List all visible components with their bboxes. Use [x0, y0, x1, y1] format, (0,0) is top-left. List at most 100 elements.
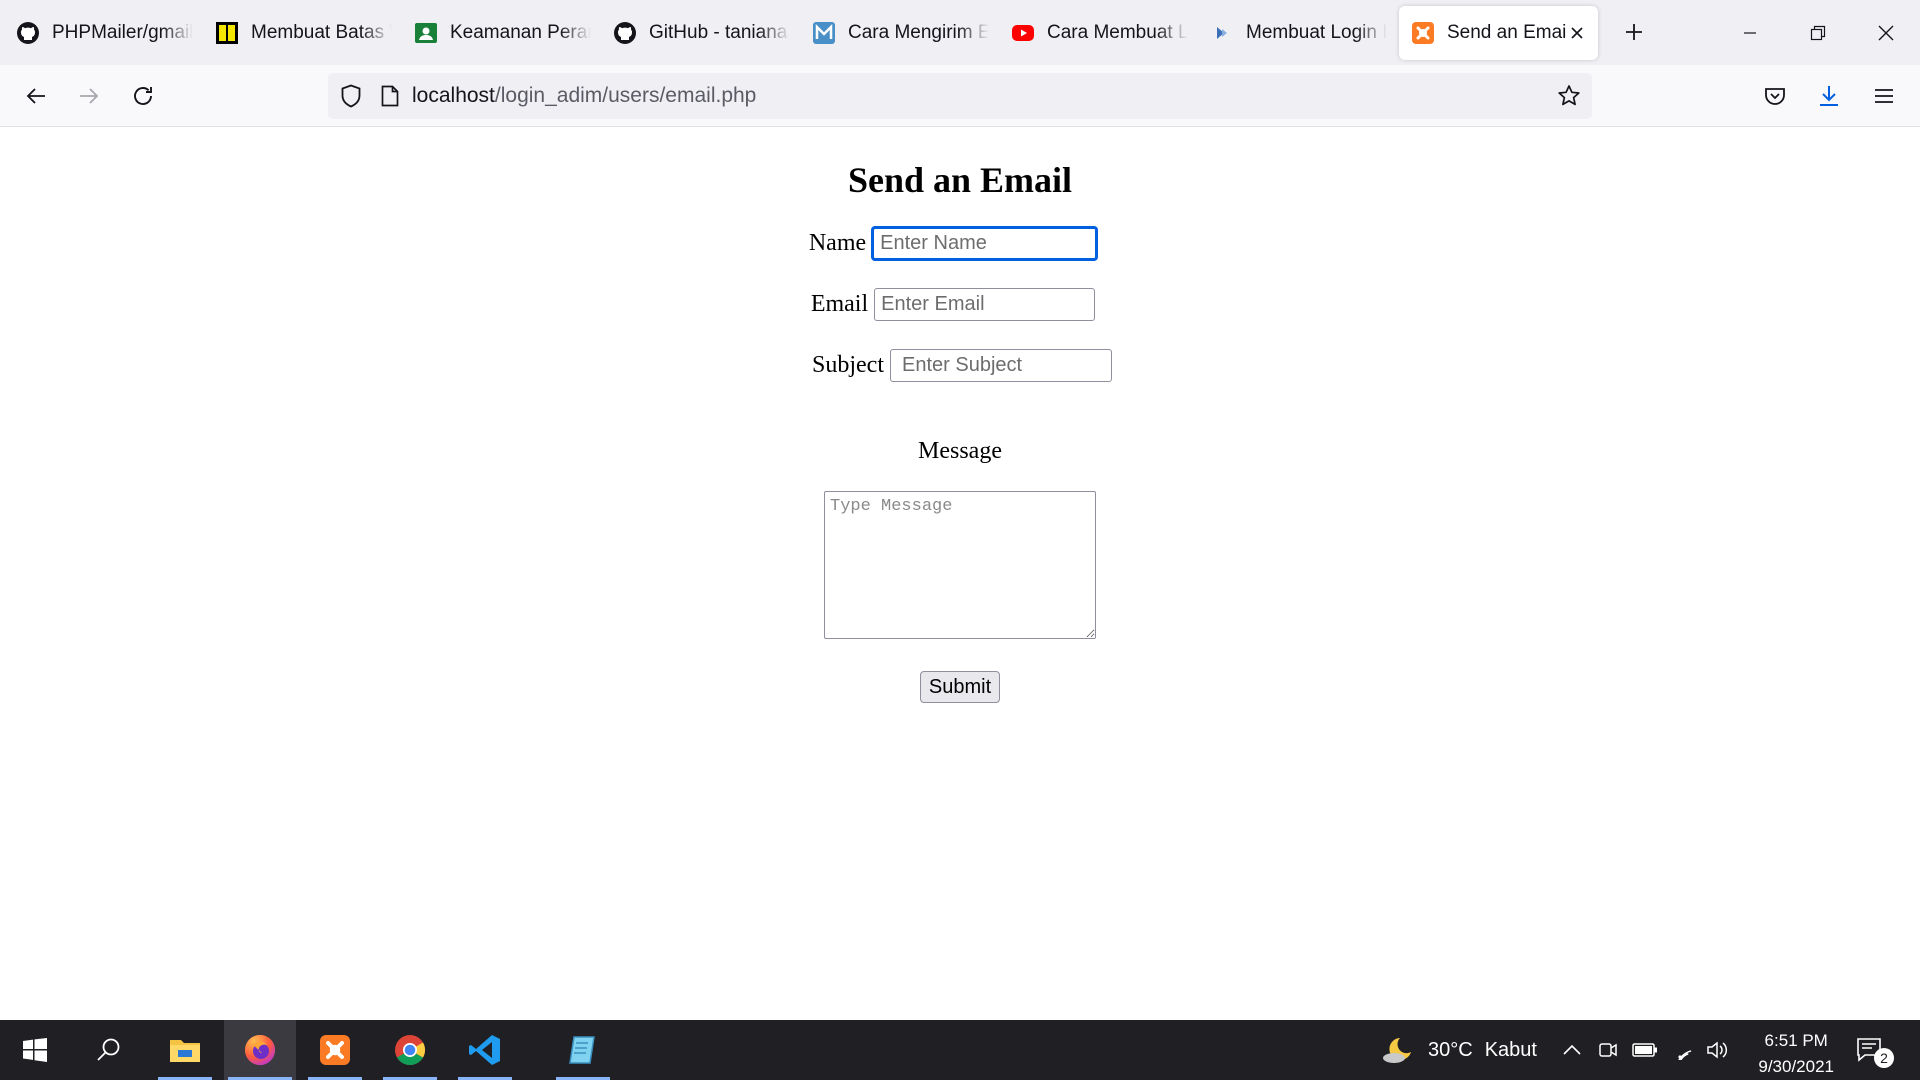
taskbar-firefox[interactable]: [224, 1020, 296, 1080]
subject-label: Subject: [812, 352, 884, 378]
moon-cloud-icon: [1383, 1038, 1411, 1063]
clock-date: 9/30/2021: [1758, 1057, 1834, 1076]
tab-label: Keamanan Peran: [450, 22, 591, 43]
tab-github-taniana[interactable]: GitHub - taniana: [601, 6, 800, 60]
folder-icon: [170, 1040, 200, 1062]
minimize-button[interactable]: [1716, 0, 1784, 65]
close-tab-icon[interactable]: [1566, 22, 1588, 44]
weather-temp: 30°C: [1428, 1038, 1473, 1061]
meet-now-icon[interactable]: [1598, 1020, 1618, 1080]
restore-button[interactable]: [1784, 0, 1852, 65]
vscode-icon: [469, 1035, 500, 1065]
email-row: Email: [0, 288, 1920, 321]
firefox-icon: [245, 1035, 275, 1065]
reload-button[interactable]: [122, 75, 164, 117]
youtube-icon: [1011, 21, 1035, 45]
wifi-icon[interactable]: [1672, 1020, 1696, 1080]
xampp-icon: [1411, 21, 1435, 45]
message-textarea[interactable]: [824, 491, 1096, 639]
downloads-button[interactable]: [1808, 75, 1850, 117]
tab-strip: PHPMailer/gmail Membuat Batas W Keamanan…: [0, 0, 1920, 65]
page-title: Send an Email: [847, 160, 1073, 200]
url-path: /login_adim/users/email.php: [494, 84, 757, 107]
pocket-icon: [1765, 88, 1785, 105]
start-button[interactable]: [0, 1020, 70, 1080]
notepad-icon: [569, 1036, 595, 1064]
address-bar[interactable]: localhost/login_adim/users/email.php: [328, 73, 1592, 119]
message-label: Message: [918, 438, 1002, 464]
blue-m-icon: [812, 21, 836, 45]
github-icon: [16, 21, 40, 45]
tab-label: Cara Mengirim E: [848, 22, 989, 43]
weather-text: Kabut: [1484, 1038, 1537, 1061]
name-label: Name: [808, 230, 867, 256]
github-icon: [613, 21, 637, 45]
taskbar-file-explorer[interactable]: [154, 1020, 216, 1080]
chevron-up-icon: [1563, 1044, 1581, 1055]
xampp-icon: [320, 1035, 350, 1065]
clock-time: 6:51 PM: [1764, 1031, 1828, 1050]
tab-label: Send an Email: [1447, 22, 1566, 43]
name-row: Name: [0, 227, 1920, 260]
tab-label: PHPMailer/gmail: [52, 22, 193, 43]
forward-button[interactable]: [68, 75, 110, 117]
subject-input[interactable]: [890, 349, 1112, 382]
taskbar-xampp[interactable]: [304, 1020, 366, 1080]
tab-list: PHPMailer/gmail Membuat Batas W Keamanan…: [0, 0, 1600, 65]
chrome-icon: [395, 1035, 426, 1065]
submit-button[interactable]: Submit: [920, 671, 1000, 703]
pocket-button[interactable]: [1754, 75, 1796, 117]
email-input[interactable]: [874, 288, 1096, 321]
restore-icon: [1810, 25, 1826, 40]
tab-membuat-batas[interactable]: Membuat Batas W: [203, 6, 402, 60]
bookmark-star-icon[interactable]: [1556, 83, 1582, 109]
battery-icon[interactable]: [1632, 1020, 1658, 1080]
weather-widget[interactable]: 30°C Kabut: [1380, 1020, 1537, 1080]
plus-icon: [1626, 24, 1642, 40]
name-input[interactable]: [872, 227, 1098, 260]
menu-button[interactable]: [1863, 75, 1905, 117]
page-icon: [380, 84, 400, 108]
system-clock[interactable]: 6:51 PM 9/30/2021: [1758, 1028, 1834, 1080]
green-person-icon: [414, 21, 438, 45]
close-window-button[interactable]: [1852, 0, 1920, 65]
tab-label: Membuat Login I: [1246, 22, 1387, 43]
page-content: Send an Email Name Email Subject Message…: [0, 127, 1920, 1020]
search-icon: [97, 1038, 120, 1061]
taskbar-chrome[interactable]: [379, 1020, 441, 1080]
notification-center-button[interactable]: 2: [1856, 1020, 1904, 1080]
tab-label: GitHub - taniana: [649, 22, 788, 43]
reload-icon: [134, 87, 152, 105]
tab-cara-mengirim[interactable]: Cara Mengirim E: [800, 6, 999, 60]
show-hidden-icons[interactable]: [1563, 1020, 1581, 1080]
tab-membuat-login[interactable]: Membuat Login I: [1198, 6, 1397, 60]
tab-send-an-email[interactable]: Send an Email: [1399, 6, 1598, 60]
navigation-toolbar: localhost/login_adim/users/email.php: [0, 65, 1920, 127]
close-icon: [1878, 25, 1894, 40]
taskbar-notepad-app[interactable]: [552, 1020, 614, 1080]
window-controls: [1716, 0, 1920, 65]
url-text[interactable]: localhost/login_adim/users/email.php: [412, 84, 756, 108]
search-button[interactable]: [80, 1020, 138, 1080]
email-label: Email: [810, 291, 869, 317]
tab-phpmailer[interactable]: PHPMailer/gmail: [4, 6, 203, 60]
back-button[interactable]: [15, 75, 57, 117]
tab-keamanan[interactable]: Keamanan Peran: [402, 6, 601, 60]
site-icon: [1210, 21, 1234, 45]
download-icon: [1820, 86, 1838, 106]
shield-icon[interactable]: [338, 83, 364, 109]
back-arrow-icon: [26, 88, 45, 104]
yellow-book-icon: [215, 21, 239, 45]
subject-row: Subject: [0, 349, 1920, 382]
url-host: localhost: [412, 84, 495, 107]
windows-logo-icon: [23, 1038, 47, 1062]
new-tab-button[interactable]: [1610, 8, 1658, 56]
notification-badge: 2: [1874, 1048, 1894, 1068]
forward-arrow-icon: [80, 88, 99, 104]
taskbar-vscode[interactable]: [454, 1020, 516, 1080]
tab-label: Membuat Batas W: [251, 22, 392, 43]
volume-icon[interactable]: [1706, 1020, 1730, 1080]
hamburger-menu-icon: [1875, 89, 1893, 103]
tab-cara-membuat[interactable]: Cara Membuat L: [999, 6, 1198, 60]
windows-taskbar: 30°C Kabut 6:51 PM 9/30/2021 2: [0, 1020, 1920, 1080]
